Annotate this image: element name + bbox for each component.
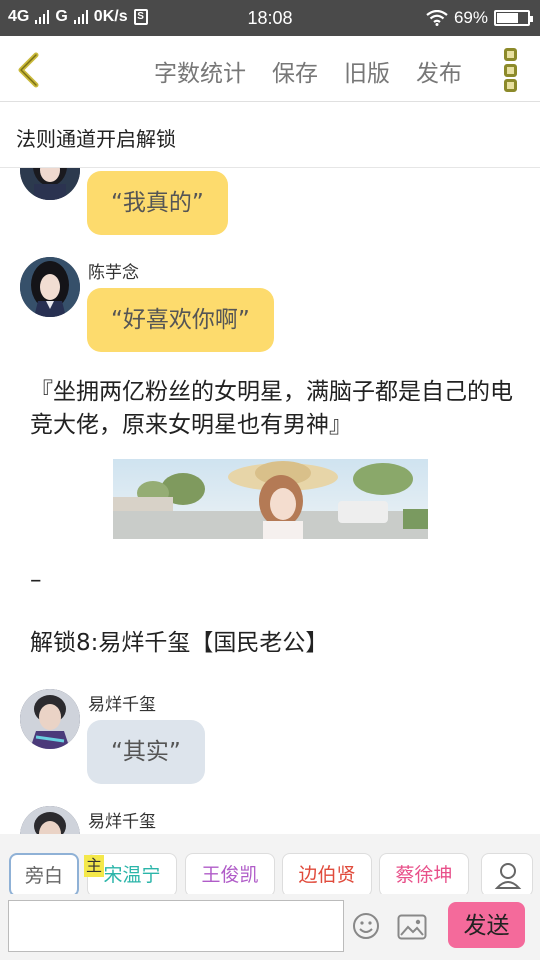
emoji-icon[interactable]	[352, 912, 380, 940]
message-bubble[interactable]: “其实”	[87, 720, 205, 784]
person-icon	[494, 863, 522, 889]
role-chip-label: 蔡徐坤	[395, 864, 453, 886]
image-icon[interactable]	[397, 914, 427, 940]
separator-dash: –	[30, 567, 42, 593]
status-bar: 4G G 0K/s S 18:08 69%	[0, 0, 540, 36]
more-dot	[504, 79, 517, 92]
back-button[interactable]	[12, 50, 46, 90]
chat-content[interactable]: “我真的” 陈芋念 “好喜欢你啊” 『坐拥两亿粉丝的女明星，满脑子都是自己的电竞…	[0, 168, 540, 834]
avatar-image	[20, 257, 80, 317]
battery-percent: 69%	[453, 8, 488, 27]
top-nav: 字数统计 保存 旧版 发布	[0, 36, 540, 102]
avatar[interactable]	[20, 689, 80, 749]
main-character-tag: 主	[84, 855, 104, 877]
sender-name: 易烊千玺	[88, 695, 156, 715]
title-bar[interactable]: 法则通道开启解锁	[0, 102, 540, 168]
role-chip[interactable]: 王俊凯	[185, 853, 275, 897]
story-image-graphic	[113, 459, 428, 539]
publish-link[interactable]: 发布	[416, 54, 462, 88]
sender-name: 易烊千玺	[88, 812, 156, 832]
avatar-image	[20, 689, 80, 749]
battery-icon	[494, 10, 533, 26]
battery-fill	[497, 13, 518, 23]
input-bar: 发送	[0, 894, 540, 960]
more-vertical-icon[interactable]	[504, 48, 518, 92]
role-chip[interactable]: 边伯贤	[282, 853, 372, 897]
role-selector-bar: 旁白 宋温宁 主 王俊凯 边伯贤 蔡徐坤	[0, 834, 540, 897]
role-chip-label: 边伯贤	[298, 864, 356, 886]
status-right: 69%	[426, 8, 533, 28]
role-chip-narrator[interactable]: 旁白	[9, 853, 79, 897]
role-chip[interactable]: 蔡徐坤	[379, 853, 469, 897]
narration-text: 『坐拥两亿粉丝的女明星，满脑子都是自己的电竞大佬，原来女明星也有男神』	[30, 379, 513, 438]
message-bubble[interactable]: “好喜欢你啊”	[87, 288, 274, 352]
avatar-image	[20, 168, 80, 200]
avatar[interactable]	[20, 806, 80, 834]
unlock-heading: 解锁8:易烊千玺【国民老公】	[30, 630, 329, 656]
more-dot	[504, 63, 517, 77]
nav-links: 字数统计 保存 旧版 发布	[154, 54, 462, 88]
avatar[interactable]	[20, 168, 80, 200]
more-dot	[504, 48, 517, 61]
avatar-image	[20, 806, 80, 834]
story-image[interactable]	[113, 459, 428, 539]
avatar[interactable]	[20, 257, 80, 317]
role-chip-label: 王俊凯	[201, 864, 259, 886]
old-version-link[interactable]: 旧版	[344, 54, 390, 88]
save-link[interactable]: 保存	[272, 54, 318, 88]
sender-name: 陈芋念	[88, 263, 139, 283]
add-role-button[interactable]	[481, 853, 533, 897]
chapter-title: 法则通道开启解锁	[16, 127, 176, 151]
chevron-left-icon	[18, 52, 39, 88]
wifi-icon	[426, 10, 448, 26]
word-count-link[interactable]: 字数统计	[154, 54, 246, 88]
message-input[interactable]	[8, 900, 344, 952]
send-button[interactable]: 发送	[448, 902, 525, 948]
message-bubble[interactable]: “我真的”	[87, 171, 228, 235]
role-chip-label: 宋温宁	[103, 864, 161, 886]
